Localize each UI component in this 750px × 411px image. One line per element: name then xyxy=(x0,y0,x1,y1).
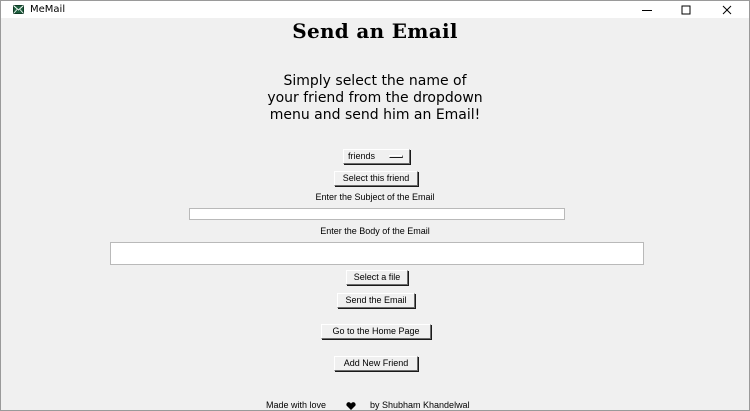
home-page-button[interactable]: Go to the Home Page xyxy=(321,324,431,339)
select-friend-button[interactable]: Select this friend xyxy=(334,171,418,186)
app-window: MeMail xyxy=(0,0,750,411)
maximize-icon xyxy=(681,5,691,14)
select-file-button[interactable]: Select a file xyxy=(346,270,408,285)
minimize-button[interactable] xyxy=(626,1,668,18)
friend-dropdown-value: friends xyxy=(348,151,376,161)
add-friend-button[interactable]: Add New Friend xyxy=(334,356,418,371)
footer-made-with: Made with love xyxy=(266,400,327,410)
body-input[interactable] xyxy=(110,242,644,265)
footer: Made with love by Shubham Khandelwal xyxy=(0,400,750,411)
title-bar[interactable]: MeMail xyxy=(1,1,749,18)
option-menu-indicator-icon xyxy=(389,155,403,158)
friend-dropdown[interactable]: friends xyxy=(343,149,410,164)
maximize-button[interactable] xyxy=(665,1,707,18)
envelope-icon xyxy=(13,5,24,14)
heart-icon xyxy=(346,402,356,410)
page-title: Send an Email xyxy=(292,19,458,43)
body-label: Enter the Body of the Email xyxy=(320,226,430,236)
close-icon xyxy=(722,5,732,14)
close-button[interactable] xyxy=(706,1,748,18)
window-title: MeMail xyxy=(30,4,66,15)
send-email-button[interactable]: Send the Email xyxy=(337,293,415,308)
footer-author: by Shubham Khandelwal xyxy=(370,400,470,410)
subject-label: Enter the Subject of the Email xyxy=(315,192,435,202)
minimize-icon xyxy=(642,9,652,11)
instructions-text: Simply select the name of your friend fr… xyxy=(267,73,483,123)
subject-input[interactable] xyxy=(189,208,565,220)
